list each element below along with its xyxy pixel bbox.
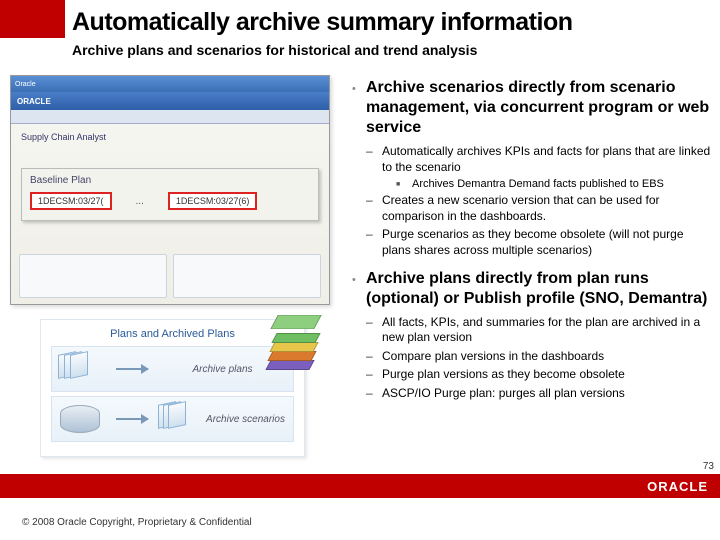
archive-plans-row: Archive plans [51, 346, 294, 392]
footer-bar: ORACLE [0, 474, 720, 498]
bullet-1-subs: – Automatically archives KPIs and facts … [366, 144, 712, 259]
panel-1 [19, 254, 167, 298]
screenshot-mock: Oracle ORACLE Supply Chain Analyst Basel… [10, 75, 330, 305]
dash-icon: – [366, 367, 382, 383]
sub-item: – Automatically archives KPIs and facts … [366, 144, 712, 175]
baseline-panel: Baseline Plan 1DECSM:03/27( ... 1DECSM:0… [21, 168, 319, 221]
plan-field-1: 1DECSM:03/27( [30, 192, 112, 210]
sub-item: – Purge scenarios as they become obsolet… [366, 227, 712, 258]
sub-text: All facts, KPIs, and summaries for the p… [382, 315, 712, 346]
bullet-dot-icon: • [352, 269, 366, 309]
sub-text: Purge plan versions as they become obsol… [382, 367, 712, 383]
plan-field-2: 1DECSM:03/27(6) [168, 192, 258, 210]
bullet-2-text: Archive plans directly from plan runs (o… [366, 269, 712, 309]
sub-text: Compare plan versions in the dashboards [382, 349, 712, 365]
stack-icon-2 [158, 401, 194, 437]
stack-icon [58, 351, 106, 387]
sub-item: – All facts, KPIs, and summaries for the… [366, 315, 712, 346]
dash-icon: – [366, 193, 382, 224]
app-header-text: ORACLE [17, 97, 51, 106]
sub-sub-item: ■ Archives Demantra Demand facts publish… [396, 178, 712, 190]
app-header: ORACLE [11, 92, 329, 110]
right-column: • Archive scenarios directly from scenar… [352, 78, 712, 412]
arrow-icon [116, 368, 148, 370]
sub-text: Purge scenarios as they become obsolete … [382, 227, 712, 258]
dash-icon: – [366, 386, 382, 402]
baseline-fields: 1DECSM:03/27( ... 1DECSM:03/27(6) [30, 192, 310, 210]
window-titlebar: Oracle [11, 76, 329, 92]
arrow-icon [116, 418, 148, 420]
cube-icon [260, 310, 330, 370]
sub-sub-text: Archives Demantra Demand facts published… [412, 178, 712, 190]
tab-strip [11, 110, 329, 124]
dash-icon: – [366, 227, 382, 258]
disc-icon [58, 401, 106, 437]
dash-icon: – [366, 315, 382, 346]
bottom-panels [19, 254, 321, 298]
bullet-2-subs: – All facts, KPIs, and summaries for the… [366, 315, 712, 402]
sub-text: ASCP/IO Purge plan: purges all plan vers… [382, 386, 712, 402]
slide-title: Automatically archive summary informatio… [72, 8, 572, 37]
sub-item: – Compare plan versions in the dashboard… [366, 349, 712, 365]
row2-caption: Archive scenarios [204, 414, 287, 425]
sub-item: – Creates a new scenario version that ca… [366, 193, 712, 224]
baseline-title: Baseline Plan [30, 175, 310, 186]
left-column: Oracle ORACLE Supply Chain Analyst Basel… [10, 75, 340, 457]
bullet-dot-icon: • [352, 78, 366, 138]
slide-subtitle: Archive plans and scenarios for historic… [72, 42, 477, 58]
square-icon: ■ [396, 178, 412, 190]
sub-item: – ASCP/IO Purge plan: purges all plan ve… [366, 386, 712, 402]
bullet-1-text: Archive scenarios directly from scenario… [366, 78, 712, 138]
sub-item: – Purge plan versions as they become obs… [366, 367, 712, 383]
copyright-text: © 2008 Oracle Copyright, Proprietary & C… [22, 517, 252, 528]
ellipsis: ... [134, 196, 146, 207]
tab-label: Supply Chain Analyst [11, 124, 329, 144]
sub-text: Creates a new scenario version that can … [382, 193, 712, 224]
panel-2 [173, 254, 321, 298]
oracle-logo: ORACLE [647, 479, 708, 494]
sub-text: Automatically archives KPIs and facts fo… [382, 144, 712, 175]
bullet-1: • Archive scenarios directly from scenar… [352, 78, 712, 138]
plans-box-title: Plans and Archived Plans [51, 328, 294, 340]
dash-icon: – [366, 349, 382, 365]
dash-icon: – [366, 144, 382, 175]
archive-scenarios-row: Archive scenarios [51, 396, 294, 442]
corner-accent [0, 0, 65, 38]
bullet-2: • Archive plans directly from plan runs … [352, 269, 712, 309]
window-title-text: Oracle [15, 81, 36, 88]
page-number: 73 [703, 461, 714, 472]
